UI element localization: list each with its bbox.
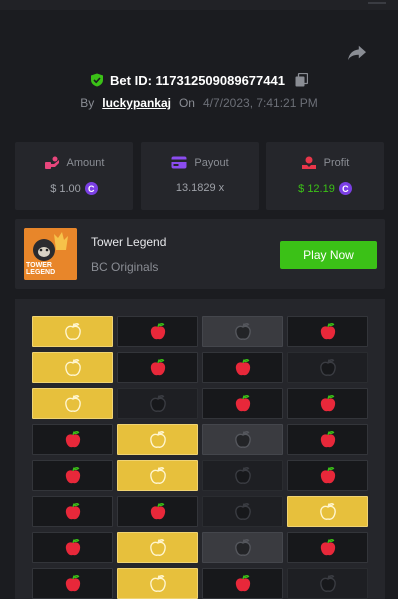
tower-cell-red [32,460,113,491]
red-apple-icon [320,538,335,555]
play-now-button[interactable]: Play Now [280,241,377,269]
red-apple-icon [235,394,250,411]
red-apple-icon [235,574,250,591]
bet-date: 4/7/2023, 7:41:21 PM [202,96,318,110]
tower-cell-red [202,568,283,599]
amount-label: Amount [66,157,105,169]
gold-apple-outline-icon [64,394,81,412]
game-title: Tower Legend [91,235,167,249]
tower-cell-red [32,496,113,527]
payout-icon [171,156,187,169]
username-link[interactable]: luckypankaj [102,96,171,110]
red-apple-icon [65,502,80,519]
red-apple-icon [150,502,165,519]
game-card: TOWER LEGEND Tower Legend BC Originals P… [15,219,385,289]
by-label: By [80,96,95,110]
tower-cell-grey [202,532,283,563]
tower-cell-grey [202,316,283,347]
red-apple-icon [65,466,80,483]
amount-value: $ 1.00 [50,182,81,195]
tower-cell-gold [117,532,198,563]
gold-apple-outline-icon [64,322,81,340]
red-apple-icon [320,430,335,447]
tower-cell-red [32,424,113,455]
tower-cell-red [287,424,368,455]
payout-value: 13.1829 x [175,182,225,194]
gold-apple-outline-icon [149,574,166,592]
game-provider: BC Originals [91,260,159,274]
tower-cell-gold [32,316,113,347]
tower-cell-red [287,460,368,491]
payout-label: Payout [194,156,229,169]
bad-apple-icon [234,538,251,556]
amount-card: Amount $ 1.00 C [15,142,133,210]
gold-apple-outline-icon [149,430,166,448]
copy-icon[interactable] [295,73,308,87]
gold-apple-outline-icon [319,502,336,520]
profit-label: Profit [323,157,350,169]
tower-cell-dark [287,352,368,383]
tower-cell-dark [202,460,283,491]
game-thumbnail-text: TOWER LEGEND [26,262,56,276]
red-apple-icon [65,538,80,555]
tower-cell-red [202,388,283,419]
red-apple-icon [150,322,165,339]
tower-cell-gold [32,388,113,419]
tower-cell-gold [117,568,198,599]
tower-cell-gold [287,496,368,527]
red-apple-icon [320,466,335,483]
tower-cell-red [117,352,198,383]
amount-icon [44,156,59,169]
tower-cell-red [287,532,368,563]
tower-cell-red [32,532,113,563]
dim-apple-icon [319,574,336,592]
bet-id-row: Bet ID: 117312509089677441 [0,70,398,90]
author-row: By luckypankaj On 4/7/2023, 7:41:21 PM [0,94,398,112]
tower-cell-grey [202,424,283,455]
top-bar-line [368,2,386,4]
tower-cell-dark [287,568,368,599]
gold-apple-outline-icon [149,466,166,484]
tower-cell-red [32,568,113,599]
dim-apple-icon [234,466,251,484]
tower-cell-red [117,496,198,527]
payout-card: Payout 13.1829 x [141,142,259,210]
red-apple-icon [320,322,335,339]
tower-cell-gold [117,460,198,491]
red-apple-icon [320,394,335,411]
red-apple-icon [65,574,80,591]
shield-check-icon [91,73,104,87]
on-label: On [178,96,195,110]
tower-cell-red [202,352,283,383]
top-bar [0,0,398,10]
tower-cell-red [287,316,368,347]
game-thumbnail[interactable]: TOWER LEGEND [24,228,77,280]
coin-icon: C [338,182,352,195]
tower-cell-dark [117,388,198,419]
bet-id: Bet ID: 117312509089677441 [110,72,285,88]
dim-apple-icon [149,394,166,412]
tower-board [15,299,385,599]
profit-card: Profit $ 12.19 C [266,142,384,210]
gold-apple-outline-icon [64,358,81,376]
bad-apple-icon [234,322,251,340]
red-apple-icon [150,358,165,375]
tower-cell-gold [32,352,113,383]
red-apple-icon [65,430,80,447]
profit-value: $ 12.19 [298,182,335,195]
profit-icon [301,156,316,169]
share-icon[interactable] [346,44,368,62]
red-apple-icon [235,358,250,375]
tower-cell-dark [202,496,283,527]
coin-icon: C [84,182,98,195]
tower-cell-red [287,388,368,419]
bad-apple-icon [234,430,251,448]
gold-apple-outline-icon [149,538,166,556]
dim-apple-icon [319,358,336,376]
tower-cell-red [117,316,198,347]
tower-cell-gold [117,424,198,455]
dim-apple-icon [234,502,251,520]
